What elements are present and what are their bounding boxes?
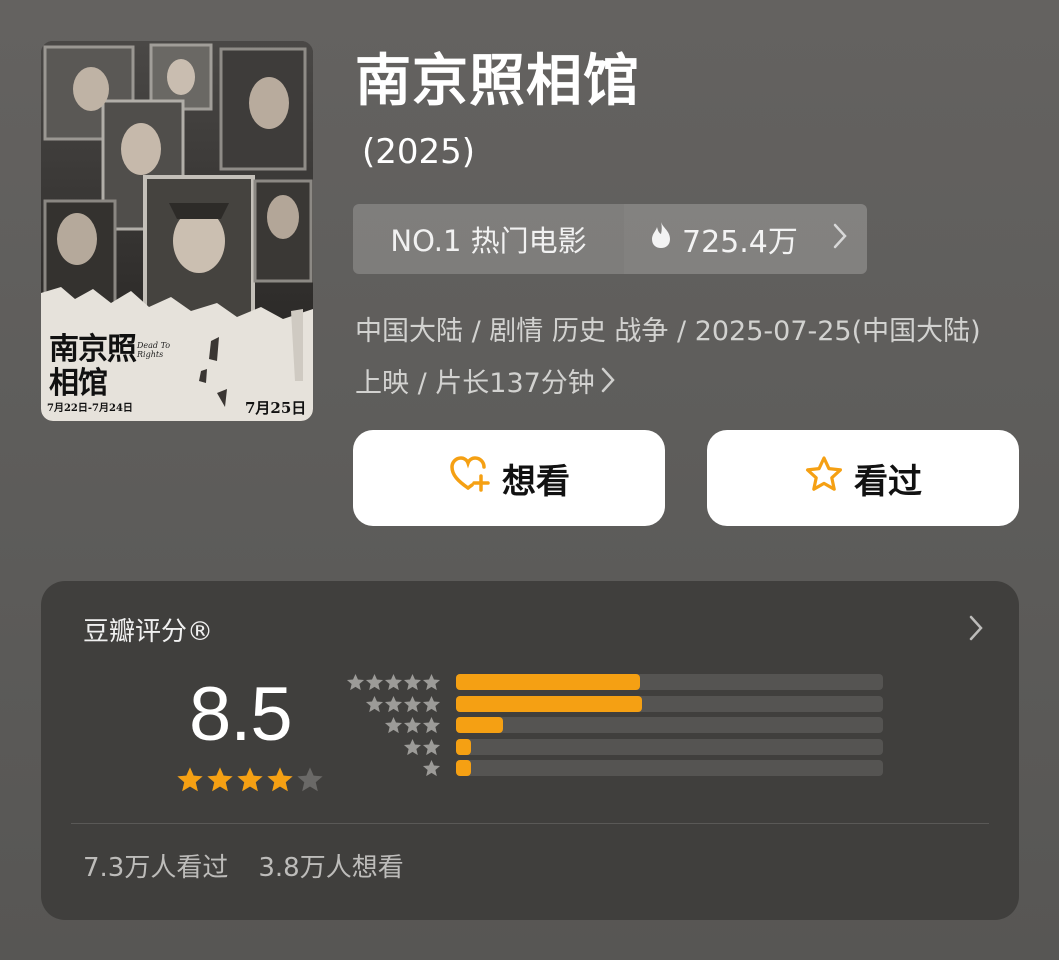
- small-star-icon: [365, 695, 384, 712]
- movie-year: (2025): [362, 132, 476, 172]
- small-star-icon: [422, 759, 441, 777]
- poster-title-art: 南京照相馆: [49, 332, 137, 401]
- movie-poster[interactable]: 南京照相馆 Dead To Rights 7月22日-7月24日 7月25日: [41, 41, 313, 421]
- small-star-icon: [422, 695, 441, 712]
- poster-preview-dates: 7月22日-7月24日: [47, 403, 133, 414]
- movie-title: 南京照相馆: [355, 49, 640, 114]
- distribution-row-3-star: [346, 716, 926, 734]
- score-star-icon: [177, 767, 203, 792]
- heat-counter[interactable]: 725.4万: [624, 204, 867, 274]
- small-star-icon: [384, 695, 403, 712]
- rating-title: 豆瓣评分®: [83, 617, 214, 647]
- small-star-icon: [365, 673, 384, 691]
- small-star-icon: [403, 673, 422, 691]
- small-star-icon: [384, 673, 403, 691]
- distribution-bar-track: [456, 695, 883, 712]
- distribution-bar-track: [456, 738, 883, 755]
- want-to-watch-label: 想看: [502, 461, 570, 502]
- small-star-icon: [403, 716, 422, 734]
- small-star-icon: [403, 695, 422, 712]
- score-star-icon: [297, 767, 323, 792]
- movie-info-text: 中国大陆 / 剧情 历史 战争 / 2025-07-25(中国大陆) 上映 / …: [355, 316, 981, 399]
- distribution-stars: [403, 738, 441, 757]
- divider: [71, 823, 989, 824]
- douban-rating-card[interactable]: 豆瓣评分® 8.5 7.3万人看过 3.8万人想看: [41, 581, 1019, 920]
- distribution-stars: [384, 716, 441, 735]
- watched-button[interactable]: 看过: [707, 430, 1019, 526]
- rating-score: 8.5: [189, 672, 293, 757]
- want-to-watch-button[interactable]: 想看: [353, 430, 665, 526]
- small-star-icon: [384, 716, 403, 734]
- ranking-pill[interactable]: NO.1 热门电影 725.4万: [353, 204, 867, 274]
- distribution-row-1-star: [346, 759, 926, 777]
- small-star-icon: [422, 716, 441, 734]
- small-star-icon: [422, 738, 441, 755]
- distribution-bar-fill: [456, 738, 471, 755]
- distribution-row-5-star: [346, 673, 926, 691]
- distribution-row-4-star: [346, 695, 926, 713]
- distribution-bar-fill: [456, 717, 503, 733]
- flame-icon: [650, 221, 672, 257]
- small-star-icon: [346, 673, 365, 691]
- distribution-bar-fill: [456, 695, 642, 712]
- watched-count: 7.3万人看过: [83, 853, 229, 883]
- poster-english-title: Dead To Rights: [137, 341, 171, 359]
- chevron-right-icon: [833, 222, 847, 257]
- chevron-right-icon: [601, 359, 615, 411]
- small-star-icon: [403, 738, 422, 755]
- heat-value: 725.4万: [682, 225, 798, 260]
- movie-info-line[interactable]: 中国大陆 / 剧情 历史 战争 / 2025-07-25(中国大陆) 上映 / …: [355, 306, 1005, 411]
- rating-stars: [176, 766, 324, 794]
- distribution-bar-fill: [456, 760, 471, 776]
- distribution-bar-track: [456, 717, 883, 733]
- chevron-right-icon[interactable]: [969, 615, 983, 645]
- heart-plus-icon: [448, 454, 492, 503]
- distribution-bar-fill: [456, 674, 640, 690]
- star-outline-icon: [804, 455, 844, 502]
- score-star-icon: [207, 767, 233, 792]
- poster-release-date: 7月25日: [245, 399, 307, 417]
- score-star-icon: [267, 767, 293, 792]
- distribution-stars: [346, 673, 441, 692]
- ranking-label: NO.1 热门电影: [353, 204, 624, 274]
- small-star-icon: [422, 673, 441, 691]
- watched-label: 看过: [854, 461, 922, 502]
- distribution-row-2-star: [346, 738, 926, 756]
- score-star-icon: [237, 767, 263, 792]
- distribution-stars: [365, 695, 441, 714]
- wanted-count: 3.8万人想看: [258, 853, 404, 883]
- rating-footer: 7.3万人看过 3.8万人想看: [83, 847, 404, 884]
- distribution-bar-track: [456, 674, 883, 690]
- distribution-bar-track: [456, 760, 883, 776]
- distribution-stars: [422, 759, 441, 778]
